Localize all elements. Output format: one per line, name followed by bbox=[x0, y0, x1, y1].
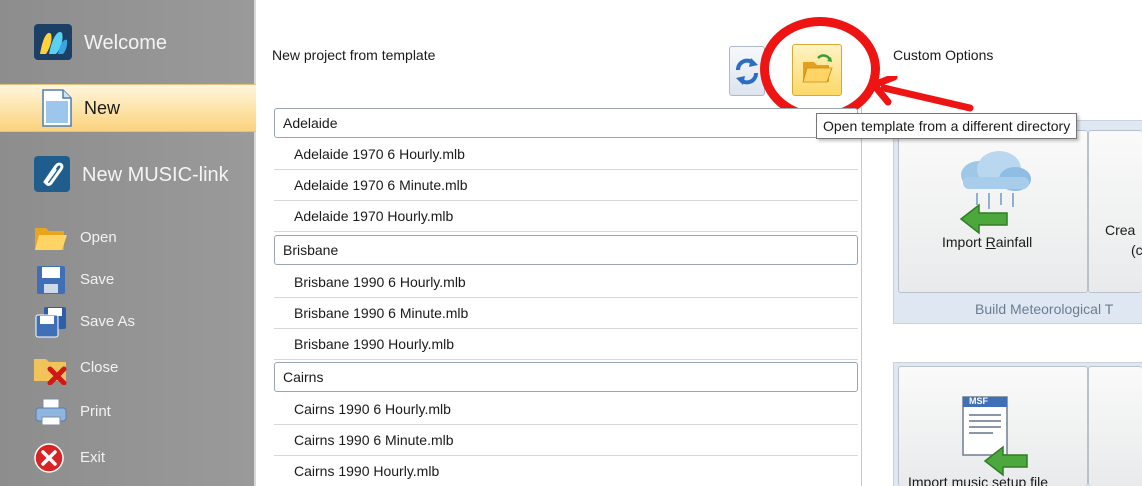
create-label-sub: (c bbox=[1131, 242, 1142, 258]
sidebar-item-label: New bbox=[84, 98, 121, 118]
sidebar-item-welcome[interactable]: Welcome bbox=[0, 20, 256, 64]
tooltip: Open template from a different directory bbox=[816, 113, 1078, 139]
import-music-setup-button[interactable]: MSF Import music setup file bbox=[898, 366, 1088, 486]
sidebar-item-new-music-link[interactable]: New MUSIC-link bbox=[0, 152, 256, 196]
group-header-brisbane[interactable]: Brisbane bbox=[274, 235, 858, 265]
custom-options-title: Custom Options bbox=[893, 47, 994, 63]
exit-icon bbox=[34, 443, 64, 473]
sidebar-item-label: Save As bbox=[80, 313, 136, 330]
sidebar-item-label: Print bbox=[80, 403, 111, 420]
create-label: Crea bbox=[1105, 222, 1136, 238]
backstage-sidebar: Welcome New New MUSIC-link Open Save Sav… bbox=[0, 0, 266, 486]
import-rainfall-button[interactable]: Import Rainfall bbox=[898, 130, 1088, 293]
import-music-setup-label: Import music setup file bbox=[908, 474, 1049, 486]
new-document-icon bbox=[42, 89, 72, 127]
list-item[interactable]: Brisbane 1990 6 Hourly.mlb bbox=[274, 267, 858, 298]
sidebar-item-save-as[interactable]: Save As bbox=[0, 304, 256, 340]
template-list: Adelaide Adelaide 1970 6 Hourly.mlb Adel… bbox=[272, 106, 862, 486]
sidebar-item-new[interactable]: New bbox=[0, 84, 266, 132]
list-item[interactable]: Adelaide 1970 6 Hourly.mlb bbox=[274, 139, 858, 170]
sidebar-item-print[interactable]: Print bbox=[0, 394, 256, 430]
sidebar-item-exit[interactable]: Exit bbox=[0, 440, 256, 476]
list-item[interactable]: Adelaide 1970 Hourly.mlb bbox=[274, 201, 858, 232]
music-link-icon bbox=[34, 156, 70, 192]
annotation-arrow-icon bbox=[870, 76, 974, 112]
group-header-adelaide[interactable]: Adelaide bbox=[274, 108, 858, 138]
sidebar-item-label: New MUSIC-link bbox=[82, 164, 229, 186]
msf-badge: MSF bbox=[969, 396, 988, 406]
list-item[interactable]: Brisbane 1990 Hourly.mlb bbox=[274, 329, 858, 360]
group-caption: Build Meteorological T bbox=[975, 301, 1114, 317]
sidebar-item-label: Close bbox=[80, 359, 119, 376]
list-item[interactable]: Brisbane 1990 6 Minute.mlb bbox=[274, 298, 858, 329]
sidebar-item-label: Save bbox=[80, 271, 115, 288]
list-item[interactable]: Cairns 1990 6 Hourly.mlb bbox=[274, 394, 858, 425]
save-as-icon bbox=[35, 307, 66, 338]
save-disk-icon bbox=[37, 266, 65, 294]
setup-option-button[interactable] bbox=[1088, 366, 1142, 486]
sidebar-item-save[interactable]: Save bbox=[0, 262, 256, 298]
page-title: New project from template bbox=[272, 47, 436, 63]
sidebar-item-label: Welcome bbox=[84, 32, 167, 54]
close-icon bbox=[34, 359, 67, 385]
list-item[interactable]: Cairns 1990 6 Minute.mlb bbox=[274, 425, 858, 456]
msf-file-icon bbox=[962, 396, 1028, 477]
music-logo-icon bbox=[34, 24, 72, 60]
sidebar-item-close[interactable]: Close bbox=[0, 350, 256, 386]
sidebar-item-label: Open bbox=[80, 229, 117, 246]
rain-cloud-icon bbox=[959, 151, 1031, 235]
create-button[interactable]: Crea (c bbox=[1088, 130, 1142, 293]
group-header-cairns[interactable]: Cairns bbox=[274, 362, 858, 392]
sidebar-item-open[interactable]: Open bbox=[0, 220, 256, 256]
import-rainfall-label: Import Rainfall bbox=[942, 234, 1033, 250]
sidebar-item-label: Exit bbox=[80, 449, 106, 466]
list-item[interactable]: Cairns 1990 Hourly.mlb bbox=[274, 456, 858, 486]
list-item[interactable]: Adelaide 1970 6 Minute.mlb bbox=[274, 170, 858, 201]
printer-icon bbox=[35, 398, 67, 426]
open-folder-icon bbox=[35, 228, 67, 250]
